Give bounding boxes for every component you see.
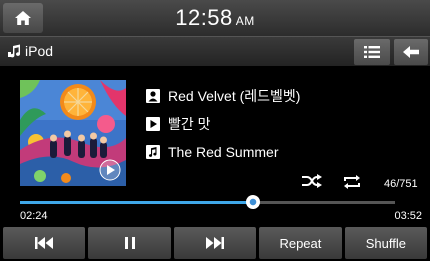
clock: 12:58 AM — [0, 5, 430, 31]
back-button[interactable] — [394, 39, 428, 65]
artist-row: Red Velvet (레드벨벳) — [146, 82, 300, 110]
track-counter: 46/751 — [384, 178, 418, 190]
total-time: 03:52 — [394, 210, 422, 222]
shuffle-button[interactable]: Shuffle — [344, 227, 428, 259]
back-arrow-icon — [403, 46, 419, 58]
source-label: iPod — [25, 43, 54, 59]
source-title: iPod — [8, 43, 53, 59]
artist-icon — [146, 89, 160, 103]
shuffle-icon — [302, 174, 322, 188]
list-icon — [364, 46, 380, 58]
previous-button[interactable] — [3, 227, 86, 259]
track-info: Red Velvet (레드벨벳) 빨간 맛 The Red Summer — [146, 82, 300, 166]
title-row: 빨간 맛 — [146, 110, 300, 138]
repeat-toggle[interactable] — [342, 174, 362, 195]
album-icon — [146, 145, 160, 159]
progress-fill — [20, 201, 253, 204]
skip-next-icon — [206, 237, 225, 249]
status-bar: 12:58 AM — [0, 0, 430, 36]
artist-name: Red Velvet (레드벨벳) — [168, 88, 301, 104]
music-note-icon — [8, 44, 21, 58]
skip-previous-icon — [35, 237, 54, 249]
next-button[interactable] — [173, 227, 257, 259]
pause-icon — [124, 237, 135, 249]
source-bar: iPod — [0, 36, 430, 66]
progress-handle[interactable] — [245, 195, 260, 209]
album-row: The Red Summer — [146, 138, 300, 166]
clock-ampm: AM — [235, 14, 255, 28]
now-playing-panel: Red Velvet (레드벨벳) 빨간 맛 The Red Summer 46… — [0, 66, 430, 226]
progress-bar[interactable] — [20, 195, 395, 209]
album-name: The Red Summer — [168, 144, 279, 160]
playback-controls: Repeat Shuffle — [0, 227, 430, 261]
repeat-button[interactable]: Repeat — [259, 227, 342, 259]
album-art[interactable] — [20, 80, 126, 186]
clock-time: 12:58 — [175, 5, 233, 30]
song-title: 빨간 맛 — [168, 116, 211, 132]
list-button[interactable] — [354, 39, 390, 65]
shuffle-toggle[interactable] — [302, 174, 322, 193]
song-icon — [146, 117, 160, 131]
repeat-icon — [344, 175, 360, 189]
elapsed-time: 02:24 — [20, 210, 48, 222]
pause-button[interactable] — [88, 227, 171, 259]
